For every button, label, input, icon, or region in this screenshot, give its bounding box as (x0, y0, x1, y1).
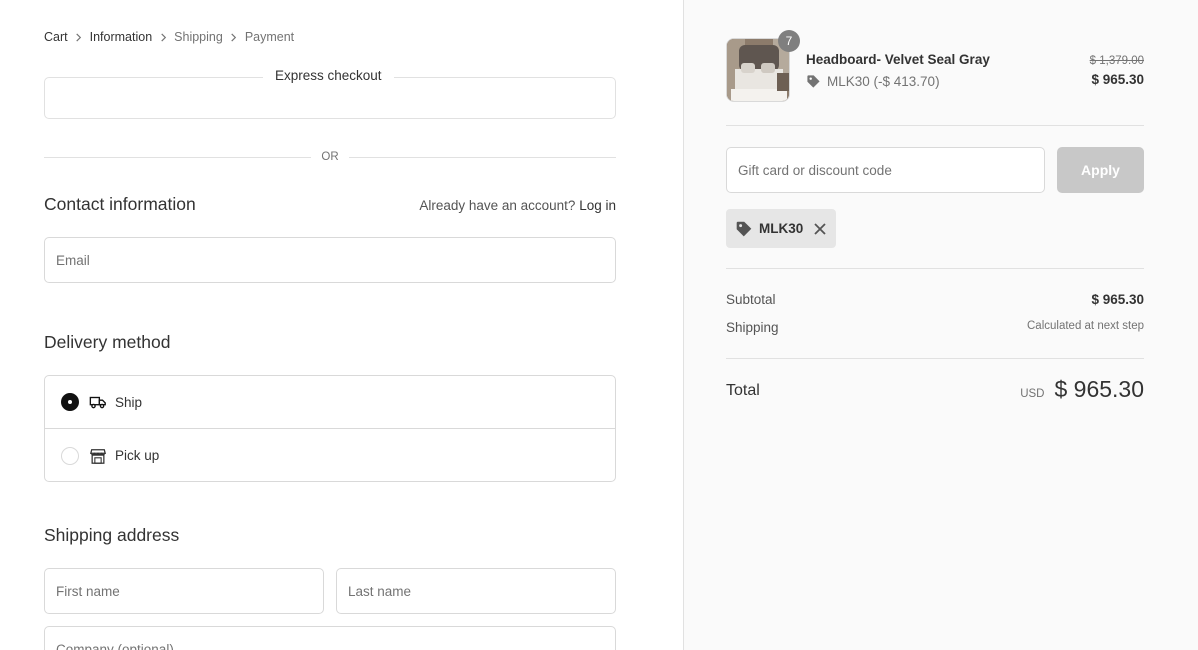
last-name-input[interactable] (337, 569, 615, 613)
express-checkout-title: Express checkout (263, 68, 394, 83)
subtotal-label: Subtotal (726, 292, 776, 307)
contact-title: Contact information (44, 194, 196, 214)
delivery-title: Delivery method (44, 332, 171, 352)
total-row: Total USD $ 965.30 (726, 376, 1144, 408)
last-name-field[interactable] (336, 568, 616, 614)
discount-tag-icon (807, 75, 820, 88)
ship-label: Ship (115, 394, 143, 410)
delivery-option-ship[interactable]: Ship (45, 376, 615, 429)
delivery-option-pickup[interactable]: Pick up (45, 429, 615, 482)
login-link[interactable]: Log in (579, 198, 616, 213)
product-name: Headboard- Velvet Seal Gray (806, 52, 990, 67)
shipping-row: Shipping Calculated at next step (726, 320, 1144, 335)
checkout-main: Cart Information Shipping Payment Expres… (0, 0, 683, 650)
company-field[interactable] (44, 626, 616, 650)
truck-icon (89, 393, 107, 411)
currency-code: USD (1020, 388, 1045, 400)
cart-line-item: 7 Headboard- Velvet Seal Gray MLK30 (-$ … (726, 30, 1146, 104)
total-amount-group: USD $ 965.30 (1020, 376, 1144, 403)
login-prompt: Already have an account? Log in (419, 198, 616, 213)
express-checkout-box (44, 77, 616, 119)
discount-code-input[interactable] (727, 148, 1044, 192)
product-discount: MLK30 (-$ 413.70) (806, 74, 940, 89)
breadcrumb-shipping: Shipping (174, 30, 223, 44)
ship-radio[interactable] (61, 393, 79, 411)
or-text: OR (321, 151, 339, 163)
shipping-address-title: Shipping address (44, 525, 180, 545)
applied-discount-tag: MLK30 (726, 209, 837, 248)
breadcrumb: Cart Information Shipping Payment (44, 30, 294, 44)
shipping-value: Calculated at next step (1027, 320, 1144, 332)
summary-divider (726, 358, 1144, 359)
discount-code-field[interactable] (726, 147, 1045, 193)
quantity-badge: 7 (778, 30, 800, 52)
apply-button[interactable]: Apply (1057, 147, 1144, 193)
account-prompt: Already have an account? (419, 198, 576, 213)
total-value: $ 965.30 (1054, 376, 1144, 402)
breadcrumb-payment: Payment (244, 30, 295, 44)
divider-line (44, 156, 312, 158)
pickup-label: Pick up (115, 448, 160, 463)
breadcrumb-information: Information (89, 30, 153, 44)
discount-tag-icon (736, 221, 752, 236)
product-discount-text: MLK30 (-$ 413.70) (827, 74, 940, 89)
subtotal-value: $ 965.30 (1091, 292, 1144, 307)
chevron-right-icon (223, 30, 245, 44)
first-name-input[interactable] (45, 569, 323, 613)
chevron-right-icon (152, 30, 174, 44)
email-input[interactable] (45, 238, 615, 282)
breadcrumb-cart[interactable]: Cart (44, 30, 68, 44)
discounted-price: $ 965.30 (1091, 72, 1144, 87)
pickup-radio[interactable] (61, 446, 79, 465)
total-label: Total (726, 382, 760, 399)
summary-divider (726, 125, 1144, 126)
company-input[interactable] (45, 627, 615, 650)
applied-code: MLK30 (759, 221, 804, 236)
subtotal-row: Subtotal $ 965.30 (726, 292, 1144, 307)
email-field[interactable] (44, 237, 616, 283)
close-icon[interactable] (813, 222, 827, 236)
or-divider: OR (44, 150, 616, 164)
store-icon (89, 447, 107, 465)
summary-divider (726, 268, 1144, 269)
divider-line (348, 156, 616, 158)
original-price: $ 1,379.00 (1089, 55, 1144, 67)
delivery-method-group: Ship Pick up (44, 375, 616, 482)
first-name-field[interactable] (44, 568, 324, 614)
chevron-right-icon (68, 30, 90, 44)
shipping-label: Shipping (726, 320, 779, 335)
